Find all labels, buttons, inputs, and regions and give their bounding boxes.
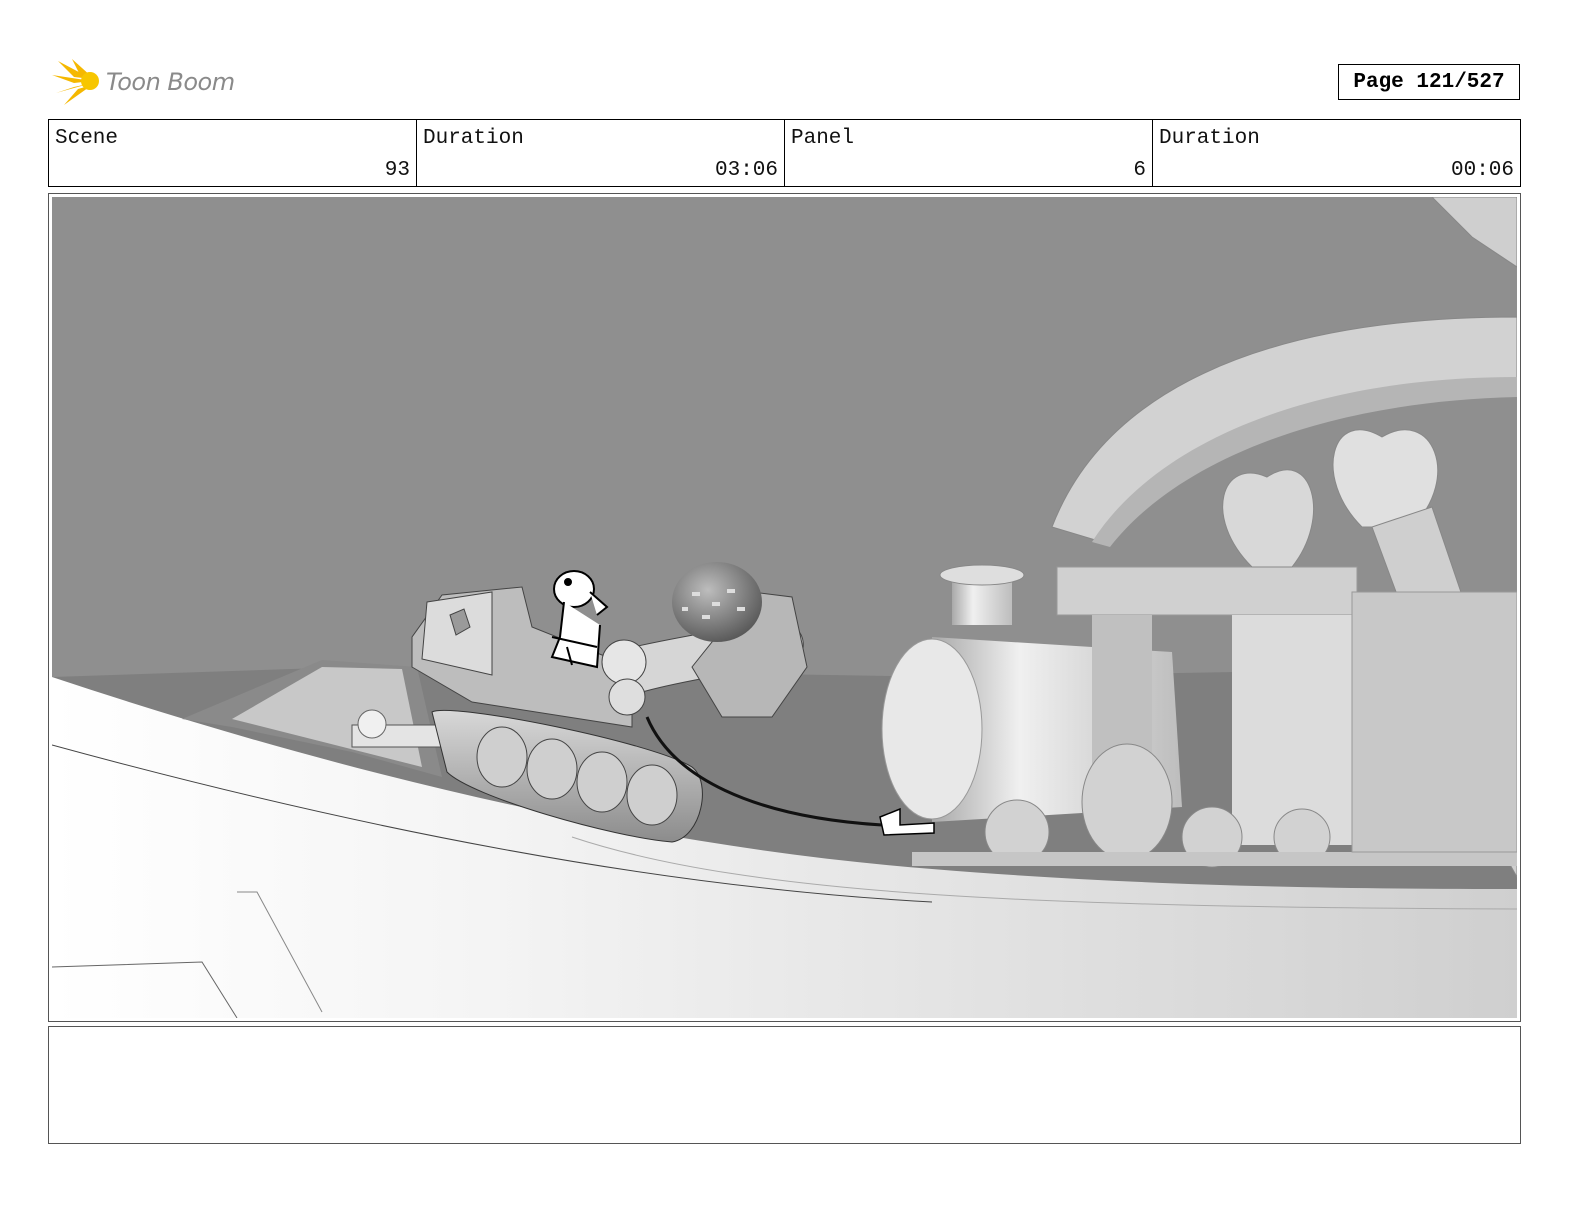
panel-label: Panel xyxy=(791,127,855,150)
scene-label: Scene xyxy=(55,127,119,150)
panel-image xyxy=(52,197,1517,1018)
scene-value: 93 xyxy=(384,159,410,182)
panel-notes xyxy=(48,1026,1521,1144)
panel-cell: Panel 6 xyxy=(785,120,1153,186)
page-number: Page 121/527 xyxy=(1338,64,1520,100)
scene-duration-cell: Duration 03:06 xyxy=(417,120,785,186)
scene-duration-value: 03:06 xyxy=(714,159,778,182)
starburst-icon xyxy=(52,59,99,105)
scene-duration-label: Duration xyxy=(423,127,524,150)
panel-duration-label: Duration xyxy=(1159,127,1260,150)
storyboard-panel xyxy=(48,193,1521,1022)
scene-cell: Scene 93 xyxy=(49,120,417,186)
panel-value: 6 xyxy=(1133,159,1146,182)
panel-duration-cell: Duration 00:06 xyxy=(1153,120,1520,186)
info-table: Scene 93 Duration 03:06 Panel 6 Duration… xyxy=(48,119,1521,187)
toon-boom-logo: Toon Boom xyxy=(52,56,235,108)
logo-text: Toon Boom xyxy=(106,68,235,96)
panel-duration-value: 00:06 xyxy=(1450,159,1514,182)
